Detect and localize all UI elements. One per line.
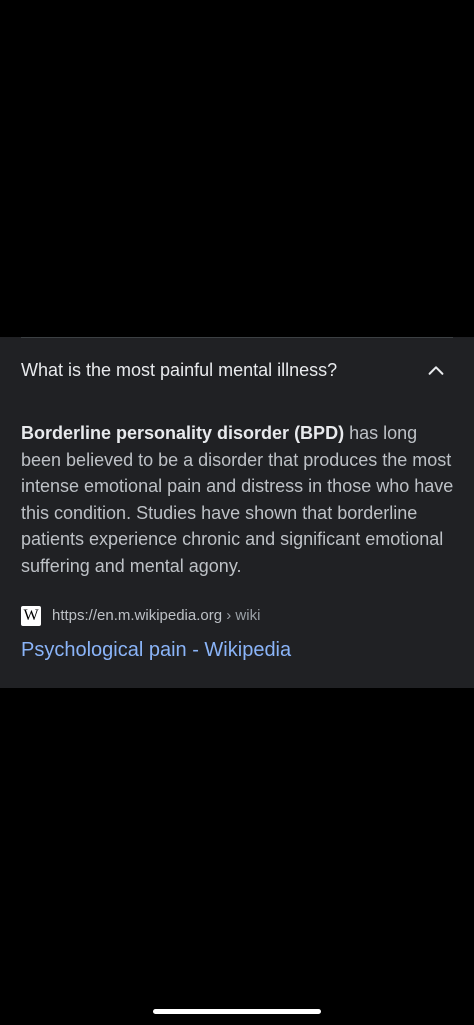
answer-snippet: Borderline personality disorder (BPD) ha…	[21, 420, 461, 579]
result-title-link[interactable]: Psychological pain - Wikipedia	[21, 637, 291, 663]
question-toggle[interactable]: What is the most painful mental illness?	[0, 338, 474, 402]
question-text: What is the most painful mental illness?	[21, 360, 338, 380]
source-row[interactable]: W https://en.m.wikipedia.org › wiki	[21, 605, 451, 627]
chevron-up-icon[interactable]	[425, 360, 447, 382]
wikipedia-icon: W	[21, 606, 41, 626]
blank-top-area	[0, 0, 474, 337]
home-indicator[interactable]	[153, 1009, 321, 1014]
source-domain: https://en.m.wikipedia.org	[52, 607, 223, 624]
related-question-card: What is the most painful mental illness?…	[0, 337, 474, 688]
answer-highlight: Borderline personality disorder (BPD)	[21, 423, 345, 443]
source-url[interactable]: https://en.m.wikipedia.org › wiki	[52, 606, 260, 626]
source-breadcrumb: › wiki	[222, 607, 261, 624]
answer-text: has long been believed to be a disorder …	[21, 423, 454, 576]
